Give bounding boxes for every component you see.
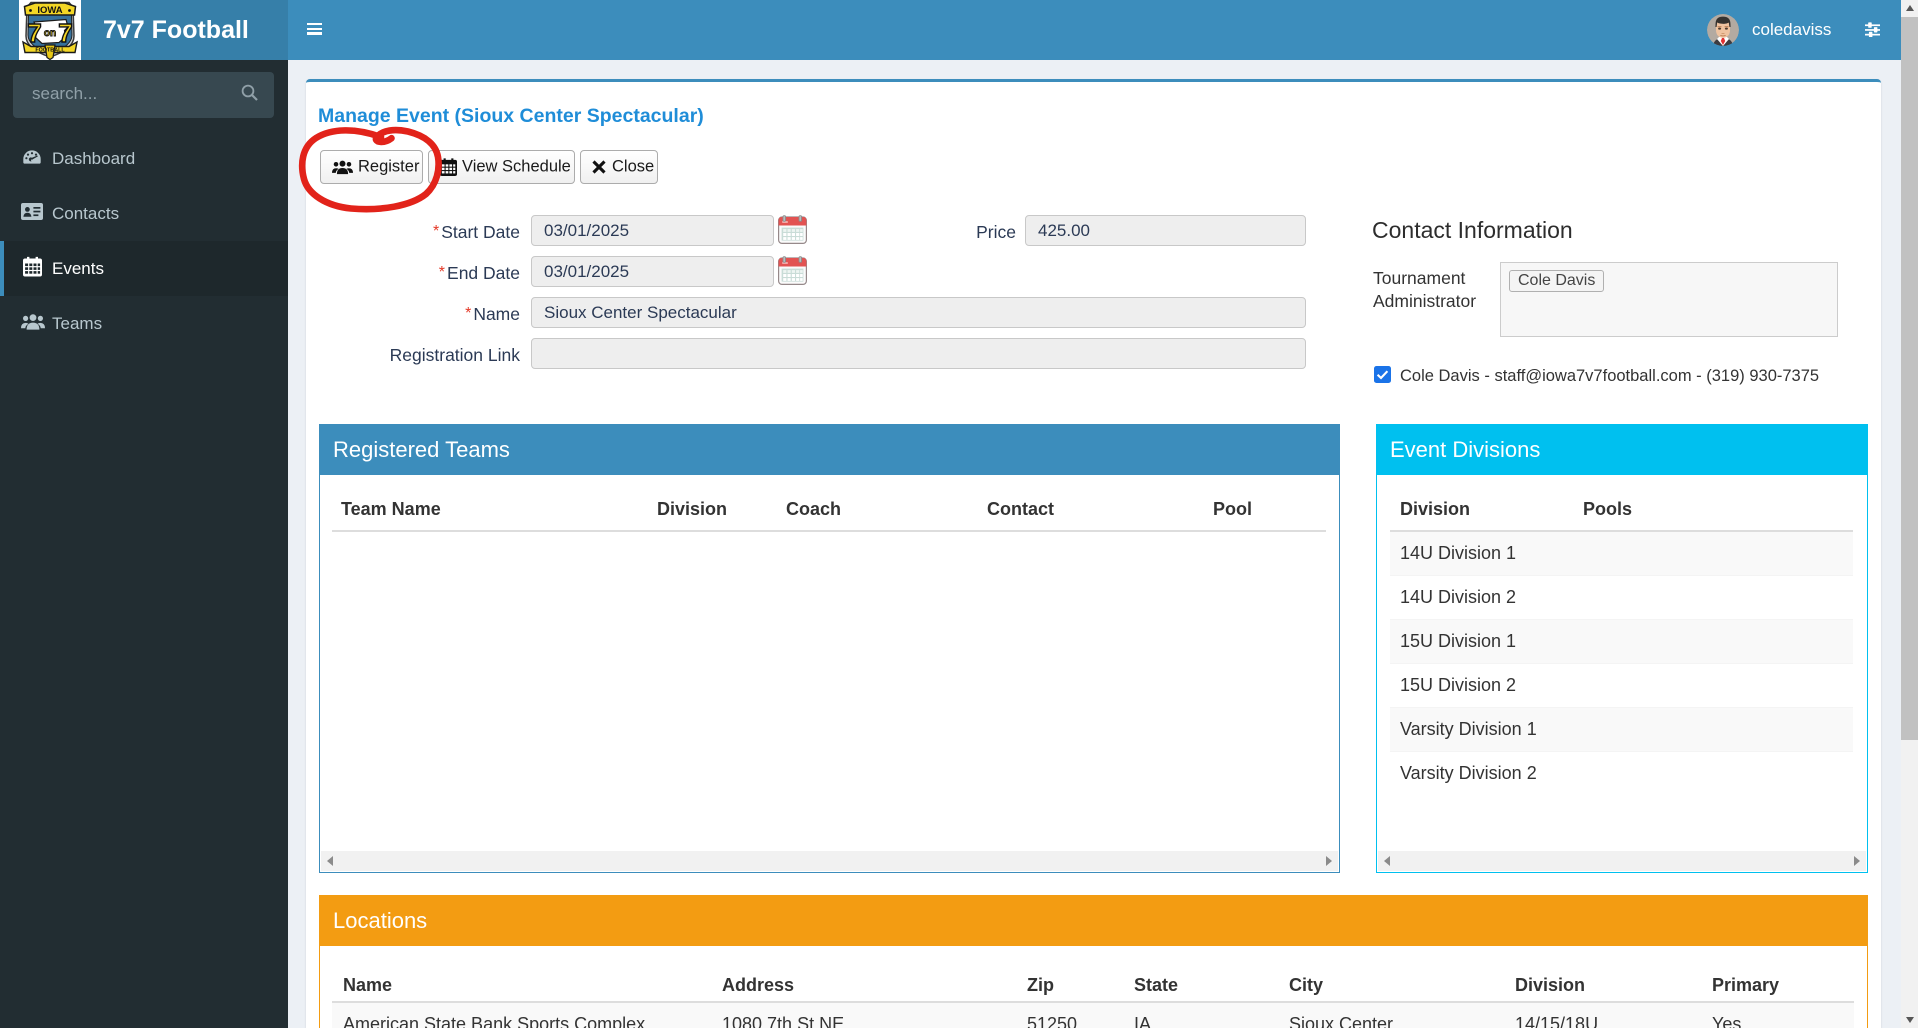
svg-text:on: on <box>44 28 56 39</box>
svg-text:7: 7 <box>27 18 41 48</box>
svg-text:FOOTBALL: FOOTBALL <box>35 48 65 54</box>
svg-text:7: 7 <box>58 18 72 48</box>
svg-text:IOWA: IOWA <box>37 5 62 16</box>
